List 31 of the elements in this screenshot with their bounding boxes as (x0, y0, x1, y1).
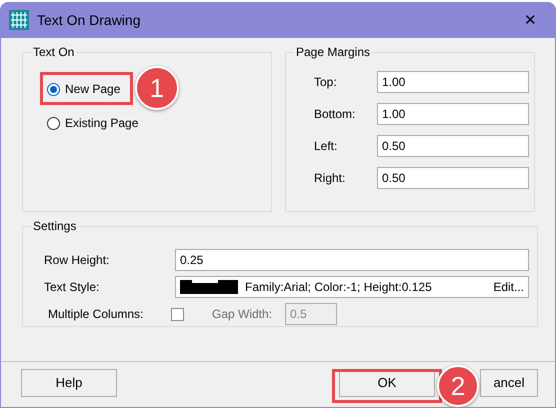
radio-button[interactable] (47, 82, 60, 96)
group-title: Settings (31, 219, 78, 233)
step-badge: 1 (135, 66, 179, 110)
style-description: Family:Arial; Color:-1; Height:0.125 (245, 280, 433, 294)
field-label: Bottom: (314, 107, 356, 121)
field-label: Gap Width: (212, 307, 274, 321)
input-field[interactable]: 0.50 (376, 167, 529, 189)
cancel-button[interactable]: ancel (480, 368, 538, 396)
close-button[interactable]: ✕ (514, 11, 547, 29)
radio-label[interactable]: Existing Page (65, 116, 138, 130)
window-title: Text On Drawing (37, 12, 142, 28)
field-label: Right: (314, 171, 346, 185)
input-field[interactable]: 1.00 (376, 71, 529, 93)
field-label: Left: (314, 139, 338, 153)
field-label: Multiple Columns: (47, 307, 144, 321)
group-title: Text On (31, 45, 76, 59)
help-button[interactable]: Help (21, 368, 117, 396)
input-field[interactable]: 0.50 (376, 135, 529, 157)
field-label: Top: (314, 75, 338, 89)
input-field[interactable]: 0.25 (175, 248, 529, 270)
edit-link[interactable]: Edit... (493, 280, 524, 294)
group-title: Page Margins (294, 45, 372, 59)
radio-button[interactable] (47, 116, 60, 130)
grid-icon (9, 10, 29, 30)
checkbox[interactable] (171, 308, 184, 320)
style-preview-drawing (180, 280, 238, 294)
input-field[interactable]: 1.00 (376, 103, 529, 125)
step-badge: 2 (437, 365, 479, 407)
field-label: Row Height: (44, 252, 110, 266)
radio-label[interactable]: New Page (65, 82, 120, 96)
field-label: Text Style: (44, 280, 100, 294)
